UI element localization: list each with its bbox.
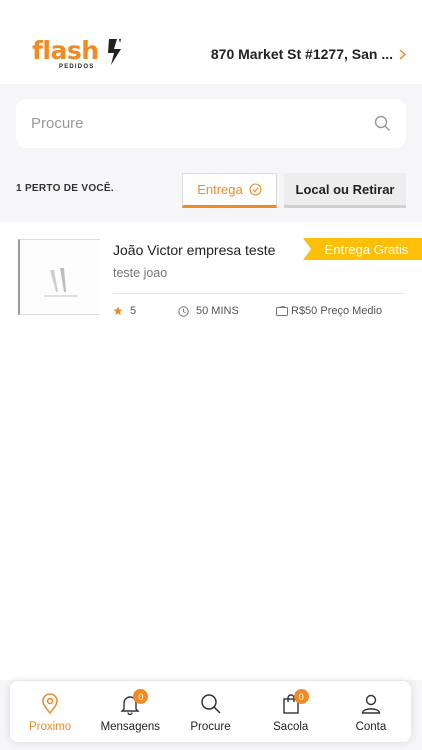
star-icon (113, 306, 123, 315)
flash-logo: flash PEDIDOS (32, 36, 124, 72)
restaurant-card[interactable]: João Victor empresa teste teste joao Ent… (0, 222, 422, 330)
top-bar: flash PEDIDOS 870 Market St #1277, San .… (0, 0, 422, 84)
nav-mensagens[interactable]: 0 Mensagens (90, 681, 170, 742)
address-text: 870 Market St #1277, San ... (210, 46, 393, 62)
bag-count-badge: 0 (293, 689, 309, 704)
nav-proximo[interactable]: Proximo (10, 681, 90, 742)
notification-badge: 0 (133, 689, 149, 704)
free-delivery-badge: Entrega Gratis (303, 238, 422, 260)
logo-subtext: PEDIDOS (59, 64, 95, 70)
nav-label: Procure (190, 721, 231, 733)
tab-entrega[interactable]: Entrega (182, 173, 277, 208)
delivery-address[interactable]: 870 Market St #1277, San ... (211, 46, 406, 62)
nav-label: Mensagens (100, 721, 161, 733)
nav-label: Sacola (273, 721, 309, 733)
search-icon (200, 694, 221, 714)
bottom-nav: Proximo 0 Mensagens Procure 0 Sacola Con… (10, 681, 411, 742)
restaurant-name: João Victor empresa teste (113, 242, 276, 258)
average-price: R$50 Preço Medio (276, 305, 382, 317)
badge-label: Entrega Gratis (324, 241, 409, 257)
thumbnail-image (20, 240, 100, 314)
wallet-icon (276, 306, 288, 316)
rating: 5 (113, 305, 136, 317)
nav-sacola[interactable]: 0 Sacola (251, 681, 331, 742)
restaurant-description: teste joao (113, 266, 168, 280)
tab-label: Local ou Retirar (295, 181, 395, 197)
check-circle-icon (249, 183, 262, 196)
user-icon (361, 694, 381, 714)
bolt-icon (108, 39, 121, 65)
tab-label: Entrega (197, 182, 243, 197)
rating-value: 5 (130, 305, 137, 317)
time-value: 50 MINS (196, 305, 239, 317)
nav-label: Conta (355, 721, 387, 733)
chevron-right-icon (399, 48, 406, 60)
search-input[interactable] (16, 99, 366, 148)
nav-procure[interactable]: Procure (170, 681, 250, 742)
restaurant-list: João Victor empresa teste teste joao Ent… (0, 222, 422, 680)
divider (113, 293, 404, 294)
clock-icon (178, 305, 189, 317)
search-box (16, 99, 406, 148)
logo-text: flash (32, 36, 99, 65)
nav-conta[interactable]: Conta (331, 681, 411, 742)
delivery-time: 50 MINS (178, 305, 239, 317)
tab-local-ou-retirar[interactable]: Local ou Retirar (284, 173, 406, 208)
restaurant-thumbnail (18, 239, 100, 315)
nearby-count: 1 PERTO DE VOCÊ. (16, 183, 114, 194)
price-value: R$50 Preço Medio (291, 305, 383, 317)
location-pin-icon (42, 693, 58, 715)
nav-label: Proximo (29, 721, 72, 733)
search-icon[interactable] (374, 115, 391, 132)
